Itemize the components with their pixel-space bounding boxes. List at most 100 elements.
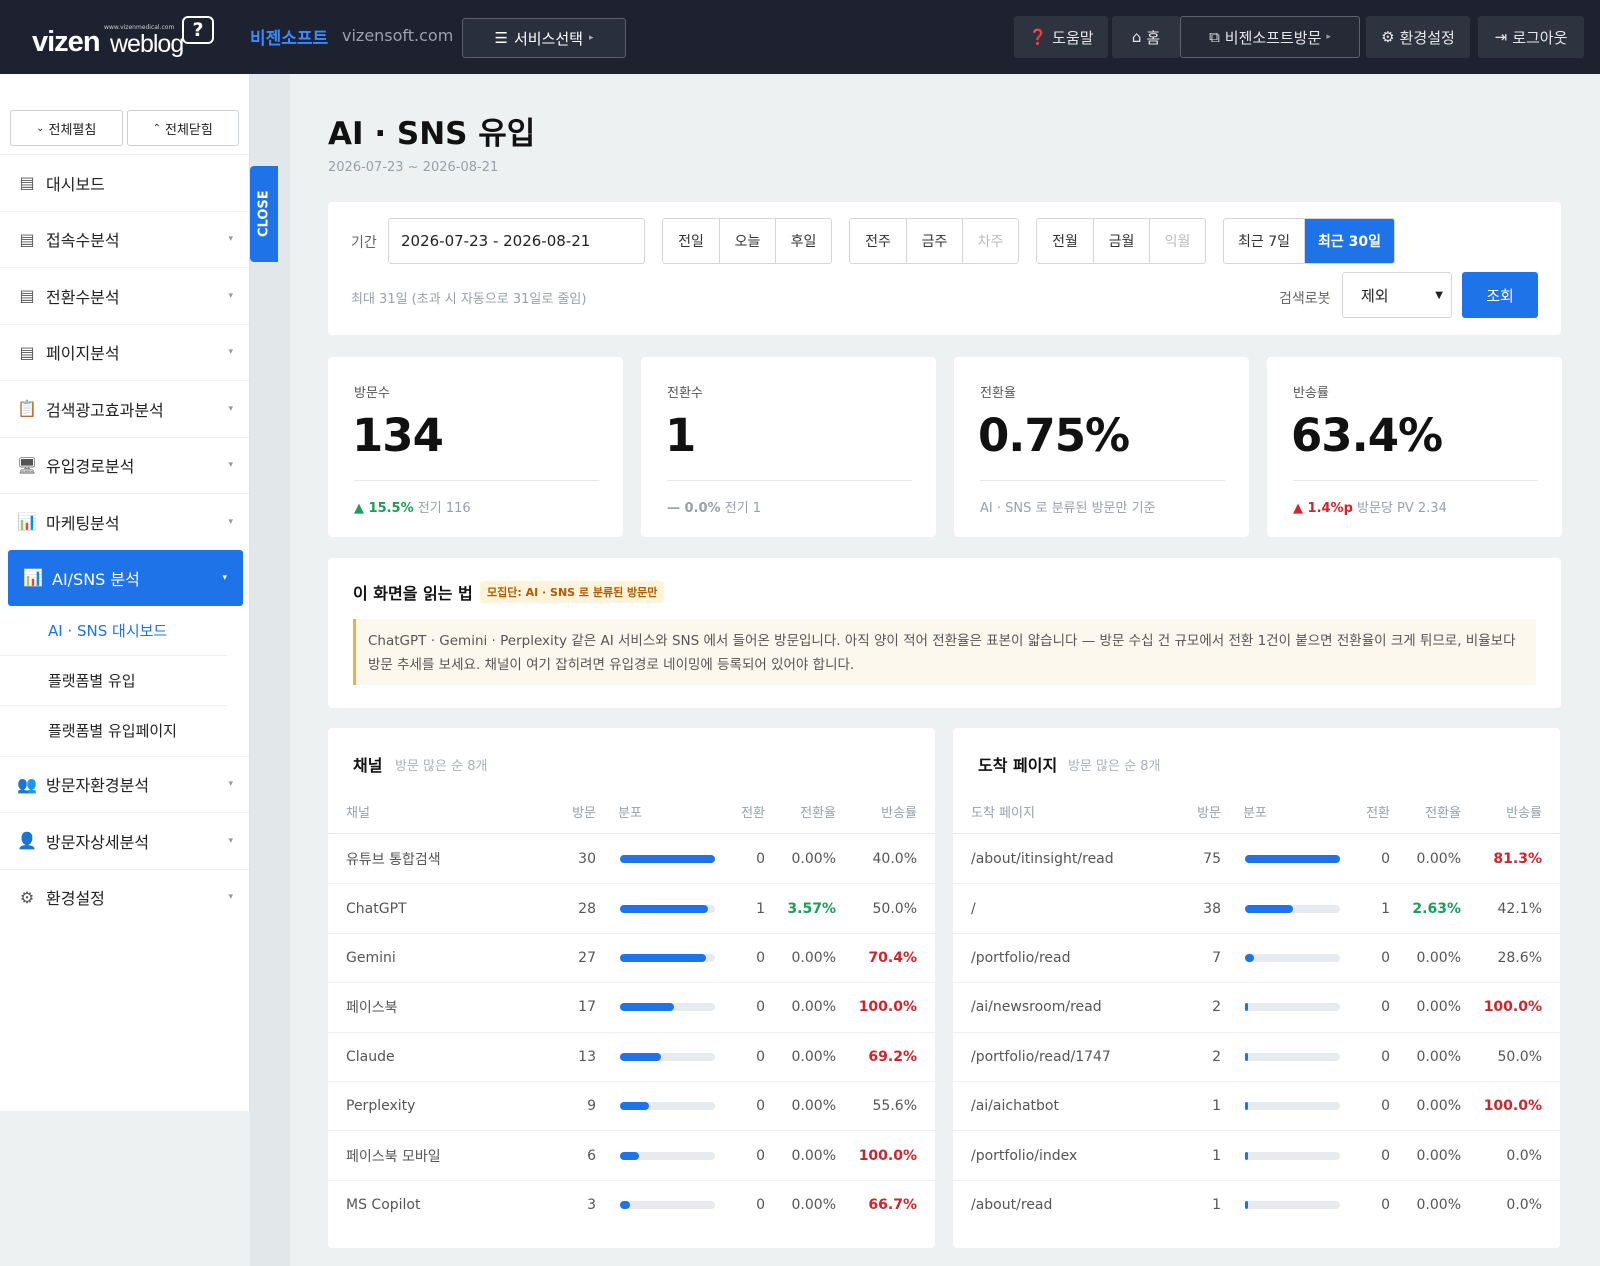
kpi-label: 전환율 bbox=[980, 386, 1016, 401]
row-bounce-rate: 0.0% bbox=[1506, 1147, 1542, 1164]
recent-7-days-button[interactable]: 최근 7일 bbox=[1224, 219, 1304, 263]
next-week-button[interactable]: 차주 bbox=[962, 219, 1018, 263]
row-bounce-rate: 100.0% bbox=[858, 999, 917, 1016]
next-month-button[interactable]: 익월 bbox=[1149, 219, 1205, 263]
sidebar-subitem[interactable]: AI · SNS 대시보드 bbox=[0, 606, 227, 656]
prev-week-button[interactable]: 전주 bbox=[850, 219, 906, 263]
sidebar-item[interactable]: 🖥 유입경로분석 ▾ bbox=[0, 436, 249, 494]
clipboard-icon: 📋 bbox=[17, 399, 37, 419]
sidebar-close-tab[interactable]: CLOSE bbox=[250, 166, 278, 262]
sidebar-item[interactable]: 📋 검색광고효과분석 ▾ bbox=[0, 380, 249, 437]
sidebar-subitem[interactable]: 플랫폼별 유입페이지 bbox=[0, 706, 227, 756]
close-tab-label: CLOSE bbox=[256, 190, 272, 238]
this-week-button[interactable]: 금주 bbox=[906, 219, 962, 263]
table-row[interactable]: 유튜브 통합검색 30 0 0.00% 40.0% bbox=[328, 835, 935, 885]
table-row[interactable]: /38 1 2.63% 42.1% bbox=[953, 884, 1560, 934]
next-day-button[interactable]: 후일 bbox=[775, 219, 831, 263]
visit-site-button[interactable]: ⧉ 비젠소프트방문 ▸ bbox=[1180, 16, 1360, 58]
sidebar-item[interactable]: 👤 방문자상세분석 ▾ bbox=[0, 812, 249, 869]
row-bounce-rate: 55.6% bbox=[872, 1098, 917, 1115]
how-to-read-panel: 이 화면을 읽는 법 모집단: AI · SNS 로 분류된 방문만 ChatG… bbox=[328, 558, 1561, 708]
caret-right-icon: ▸ bbox=[1326, 32, 1331, 42]
expand-all-button[interactable]: ⌄ 전체펼침 bbox=[10, 110, 123, 146]
settings-button[interactable]: ⚙ 환경설정 bbox=[1366, 16, 1470, 58]
row-bounce-rate: 100.0% bbox=[858, 1147, 917, 1164]
table-row[interactable]: /portfolio/read 7 0 0.00% 28.6% bbox=[953, 934, 1560, 984]
search-button[interactable]: 조회 bbox=[1462, 272, 1538, 318]
table-row[interactable]: /about/itinsight/read 75 0 0.00% 81.3% bbox=[953, 835, 1560, 885]
home-label: 홈 bbox=[1146, 28, 1161, 47]
this-month-button[interactable]: 금월 bbox=[1093, 219, 1149, 263]
table-row[interactable]: 페이스북 모바일 6 0 0.00% 100.0% bbox=[328, 1131, 935, 1181]
sidebar-item[interactable]: 📊 AI/SNS 분석 ▾ bbox=[8, 549, 243, 606]
column-header[interactable]: 반송률 bbox=[953, 790, 1542, 833]
period-label: 기간 bbox=[351, 235, 377, 251]
column-header[interactable]: 반송률 bbox=[328, 790, 917, 833]
sidebar-item[interactable]: ⚙ 환경설정 ▾ bbox=[0, 868, 249, 926]
channel-table-title: 채널 bbox=[353, 756, 383, 775]
sidebar-item-label: 마케팅분석 bbox=[46, 513, 120, 533]
vizen-weblog-logo[interactable]: www.vizenmedical.com vizen weblog ? bbox=[32, 14, 222, 60]
logout-button[interactable]: ⇥ 로그아웃 bbox=[1478, 16, 1584, 58]
expand-all-label: 전체펼침 bbox=[48, 122, 97, 138]
table-row[interactable]: Perplexity 9 0 0.00% 55.6% bbox=[328, 1082, 935, 1132]
chevron-down-icon: ▾ bbox=[228, 234, 233, 245]
recent-30-days-button[interactable]: 최근 30일 bbox=[1304, 219, 1394, 263]
collapse-all-button[interactable]: ⌃ 전체닫힘 bbox=[126, 110, 239, 146]
home-icon: ⌂ bbox=[1131, 28, 1142, 46]
home-button[interactable]: ⌂ 홈 bbox=[1112, 16, 1180, 58]
prev-day-button[interactable]: 전일 bbox=[663, 219, 719, 263]
monitor-icon: 🖥 bbox=[16, 455, 38, 475]
sidebar-subitem[interactable]: 플랫폼별 유입 bbox=[0, 656, 227, 706]
user-detail-icon: 👤 bbox=[17, 831, 37, 851]
kpi-footer: ▲ 15.5% 전기 116 bbox=[354, 497, 471, 516]
sidebar-item[interactable]: 👥 방문자환경분석 ▾ bbox=[0, 755, 249, 813]
table-row[interactable]: Claude 13 0 0.00% 69.2% bbox=[328, 1033, 935, 1082]
chevron-down-icon: ▾ bbox=[228, 516, 233, 527]
sidebar-item[interactable]: 📊 마케팅분석 ▾ bbox=[0, 493, 249, 550]
kpi-delta: ▲ 15.5% bbox=[354, 501, 414, 516]
site-name[interactable]: 비젠소프트 bbox=[250, 24, 328, 49]
sidebar-item[interactable]: ▤ 전환수분석 ▾ bbox=[0, 267, 249, 324]
kpi-footer: ▲ 1.4%p 방문당 PV 2.34 bbox=[1293, 497, 1447, 516]
table-row[interactable]: /portfolio/read/1747 2 0 0.00% 50.0% bbox=[953, 1033, 1560, 1082]
table-row[interactable]: /portfolio/index 1 0 0.00% 0.0% bbox=[953, 1131, 1560, 1181]
kpi-card: 전환수 1 — 0.0% 전기 1 bbox=[641, 357, 936, 537]
sign-out-icon: ⇥ bbox=[1494, 28, 1508, 46]
sidebar-item[interactable]: ▤ 대시보드 bbox=[0, 154, 249, 211]
row-bounce-rate: 42.1% bbox=[1497, 900, 1542, 917]
channel-table-subtitle: 방문 많은 순 8개 bbox=[395, 759, 488, 774]
prev-month-button[interactable]: 전월 bbox=[1037, 219, 1093, 263]
kpi-value: 1 bbox=[665, 409, 696, 462]
chevron-down-icon: ▾ bbox=[228, 892, 233, 903]
table-row[interactable]: /about/read 1 0 0.00% 0.0% bbox=[953, 1181, 1560, 1230]
kpi-value: 0.75% bbox=[978, 409, 1130, 462]
sidebar-item[interactable]: ▤ 페이지분석 ▾ bbox=[0, 323, 249, 381]
table-row[interactable]: MS Copilot 3 0 0.00% 66.7% bbox=[328, 1181, 935, 1230]
table-row[interactable]: /ai/aichatbot 1 0 0.00% 100.0% bbox=[953, 1082, 1560, 1132]
help-bubble-icon: ? bbox=[182, 16, 214, 44]
date-range-input[interactable]: 2026-07-23 - 2026-08-21 bbox=[388, 218, 645, 264]
table-row[interactable]: /ai/newsroom/read 2 0 0.00% 100.0% bbox=[953, 983, 1560, 1033]
chevron-down-icon: ▾ bbox=[228, 347, 233, 358]
table-row[interactable]: ChatGPT 28 1 3.57% 50.0% bbox=[328, 884, 935, 934]
table-row[interactable]: Gemini 27 0 0.00% 70.4% bbox=[328, 934, 935, 984]
table-row[interactable]: 페이스북 17 0 0.00% 100.0% bbox=[328, 983, 935, 1033]
report-icon: ▤ bbox=[19, 342, 35, 362]
today-button[interactable]: 오늘 bbox=[719, 219, 775, 263]
bar-chart-icon: 📊 bbox=[23, 568, 43, 587]
kpi-footer: AI · SNS 로 분류된 방문만 기준 bbox=[980, 497, 1156, 516]
how-to-read-note: ChatGPT · Gemini · Perplexity 같은 AI 서비스와… bbox=[353, 619, 1536, 685]
robot-select[interactable]: 제외 ▼ bbox=[1342, 272, 1452, 318]
service-select-button[interactable]: ☰ 서비스선택 ▸ bbox=[462, 18, 626, 58]
kpi-divider bbox=[1293, 480, 1538, 481]
sidebar-item[interactable]: ▤ 접속수분석 ▾ bbox=[0, 210, 249, 268]
recent-button-group: 최근 7일 최근 30일 bbox=[1223, 218, 1395, 264]
sidebar-item-label: 유입경로분석 bbox=[46, 457, 135, 477]
row-bounce-rate: 50.0% bbox=[872, 900, 917, 917]
gear-icon: ⚙ bbox=[1381, 28, 1395, 46]
kpi-footer: — 0.0% 전기 1 bbox=[667, 497, 761, 516]
help-label: 도움말 bbox=[1052, 28, 1094, 47]
table-header: 채널 방문 분포 전환 전환율 반송률 bbox=[328, 790, 935, 834]
help-button[interactable]: ❓ 도움말 bbox=[1014, 16, 1108, 58]
